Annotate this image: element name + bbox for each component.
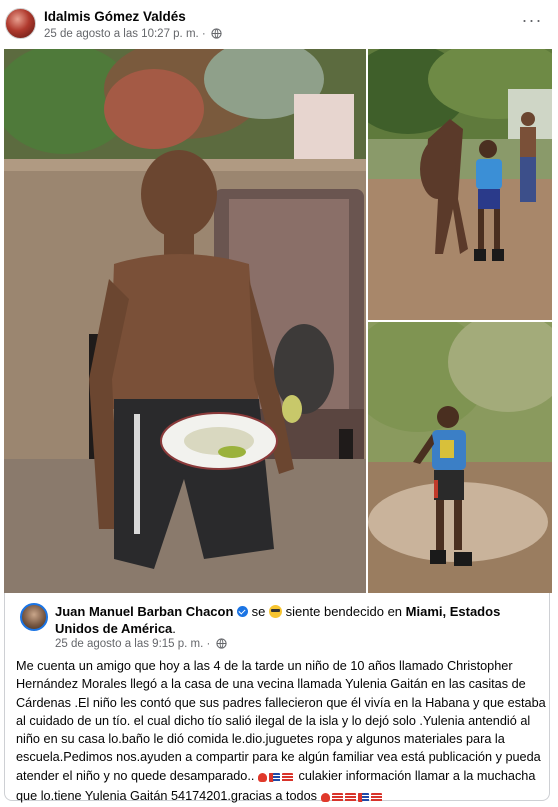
feeling-prefix: se (251, 604, 266, 619)
post-text-part1: Me cuenta un amigo que hoy a las 4 de la… (16, 659, 546, 783)
heart-flags-emoji-icon (257, 769, 295, 787)
author-avatar[interactable] (5, 8, 36, 39)
heart-flags-emoji-icon (320, 789, 384, 807)
shared-post-meta: 25 de agosto a las 9:15 p. m. · (55, 638, 227, 652)
location-suffix: . (172, 621, 176, 636)
post-header: Idalmis Gómez Valdés 25 de agosto a las … (0, 0, 558, 48)
post-meta: 25 de agosto a las 10:27 p. m. · (44, 28, 222, 42)
shared-post-headline: Juan Manuel Barban Chacon se siente bend… (55, 603, 541, 637)
post-text: Me cuenta un amigo que hoy a las 4 de la… (16, 657, 546, 807)
globe-icon (215, 638, 227, 652)
photo-grid (4, 49, 552, 593)
photo-boy-in-yard[interactable] (368, 322, 552, 593)
feeling-text: siente bendecido en (285, 604, 403, 619)
verified-badge-icon (237, 606, 249, 617)
shared-author-avatar[interactable] (20, 603, 48, 631)
blessed-emoji-icon (269, 605, 283, 618)
more-options-icon[interactable]: ··· (520, 10, 544, 34)
post-timestamp[interactable]: 25 de agosto a las 10:27 p. m. · (44, 28, 206, 40)
author-name[interactable]: Idalmis Gómez Valdés (44, 9, 186, 24)
globe-icon (211, 28, 222, 42)
shared-author-name[interactable]: Juan Manuel Barban Chacon (55, 604, 233, 619)
shared-post-timestamp[interactable]: 25 de agosto a las 9:15 p. m. · (55, 638, 210, 650)
photo-boy-seated-with-plate[interactable] (4, 49, 366, 593)
photo-boy-with-horse[interactable] (368, 49, 552, 320)
shared-post: Juan Manuel Barban Chacon se siente bend… (4, 593, 550, 803)
